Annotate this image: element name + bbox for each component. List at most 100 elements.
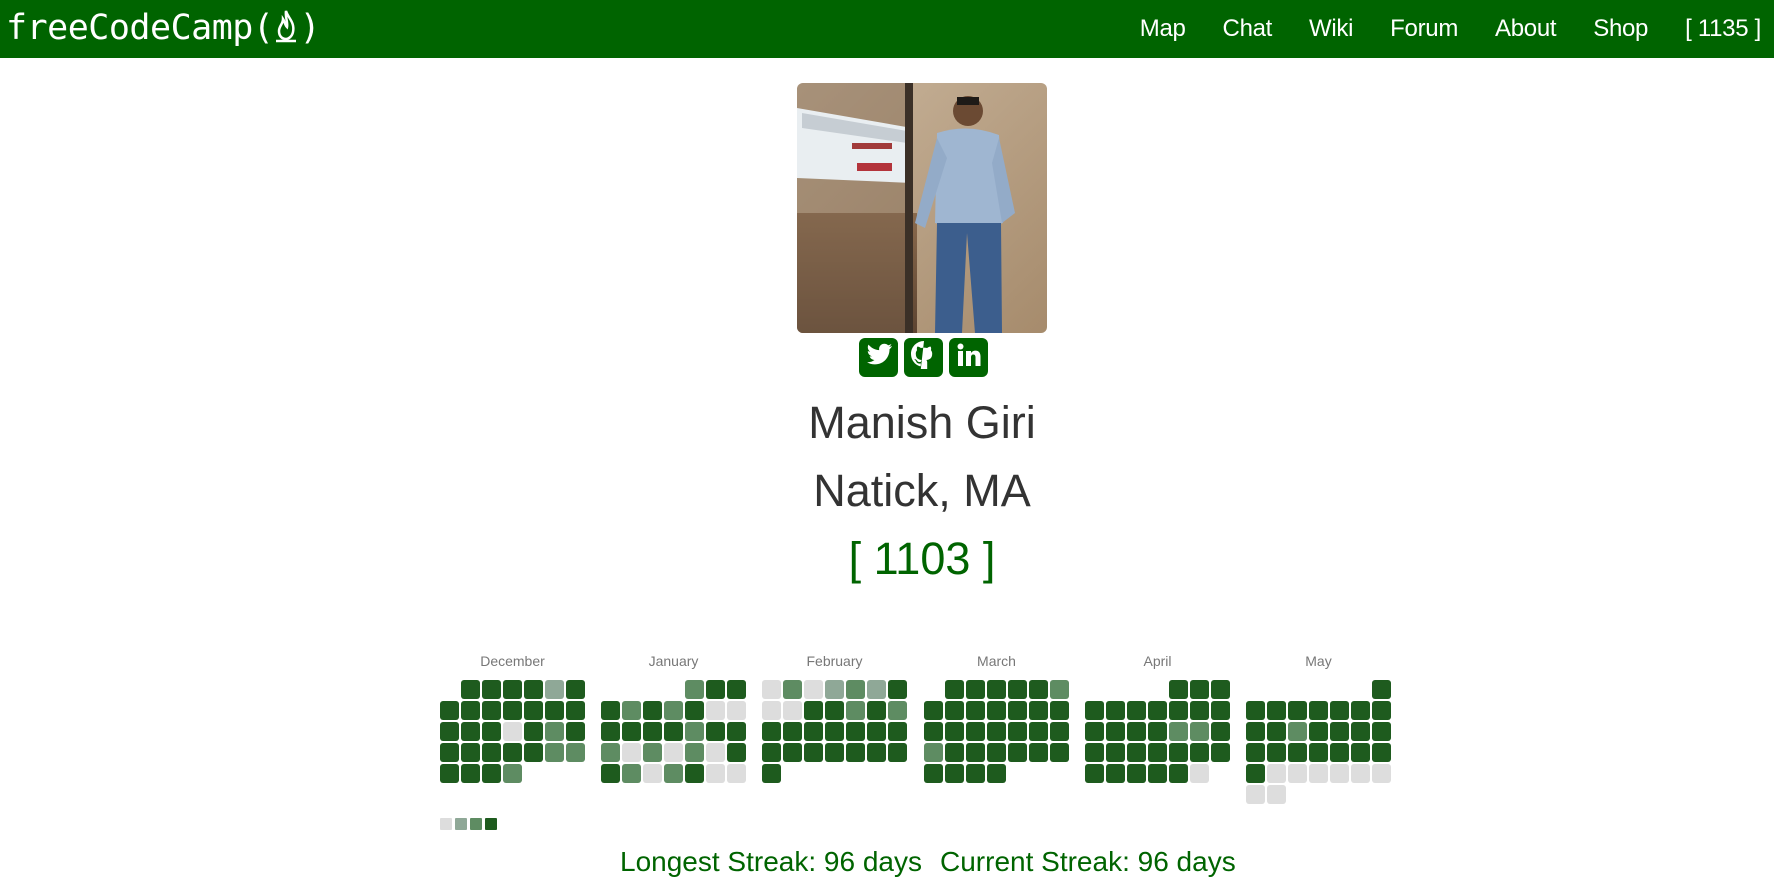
- heatmap-cell[interactable]: [461, 764, 480, 783]
- heatmap-cell[interactable]: [440, 743, 459, 762]
- heatmap-cell[interactable]: [1127, 764, 1146, 783]
- heatmap-cell[interactable]: [482, 764, 501, 783]
- heatmap-cell[interactable]: [524, 701, 543, 720]
- heatmap-cell[interactable]: [924, 743, 943, 762]
- heatmap-cell[interactable]: [867, 680, 886, 699]
- heatmap-cell[interactable]: [685, 680, 704, 699]
- heatmap-cell[interactable]: [1267, 701, 1286, 720]
- nav-map-link[interactable]: Map: [1140, 15, 1186, 43]
- heatmap-cell[interactable]: [503, 680, 522, 699]
- heatmap-cell[interactable]: [1029, 722, 1048, 741]
- heatmap-cell[interactable]: [566, 701, 585, 720]
- github-button[interactable]: [904, 338, 943, 377]
- heatmap-cell[interactable]: [503, 764, 522, 783]
- heatmap-cell[interactable]: [643, 764, 662, 783]
- heatmap-cell[interactable]: [1351, 701, 1370, 720]
- heatmap-cell[interactable]: [1127, 722, 1146, 741]
- heatmap-cell[interactable]: [924, 764, 943, 783]
- heatmap-cell[interactable]: [622, 722, 641, 741]
- heatmap-cell[interactable]: [524, 743, 543, 762]
- heatmap-cell[interactable]: [1267, 722, 1286, 741]
- heatmap-cell[interactable]: [1127, 701, 1146, 720]
- heatmap-cell[interactable]: [825, 722, 844, 741]
- heatmap-cell[interactable]: [1246, 722, 1265, 741]
- heatmap-cell[interactable]: [1085, 764, 1104, 783]
- heatmap-cell[interactable]: [566, 722, 585, 741]
- heatmap-cell[interactable]: [1372, 722, 1391, 741]
- heatmap-cell[interactable]: [727, 743, 746, 762]
- heatmap-cell[interactable]: [1029, 680, 1048, 699]
- heatmap-cell[interactable]: [1309, 701, 1328, 720]
- heatmap-cell[interactable]: [643, 701, 662, 720]
- heatmap-cell[interactable]: [1211, 722, 1230, 741]
- heatmap-cell[interactable]: [664, 701, 683, 720]
- heatmap-cell[interactable]: [1309, 722, 1328, 741]
- heatmap-cell[interactable]: [685, 701, 704, 720]
- heatmap-cell[interactable]: [482, 743, 501, 762]
- nav-about-link[interactable]: About: [1495, 15, 1557, 43]
- heatmap-cell[interactable]: [1106, 764, 1125, 783]
- heatmap-cell[interactable]: [825, 701, 844, 720]
- heatmap-cell[interactable]: [1246, 743, 1265, 762]
- heatmap-cell[interactable]: [1050, 743, 1069, 762]
- heatmap-cell[interactable]: [804, 701, 823, 720]
- heatmap-cell[interactable]: [966, 764, 985, 783]
- heatmap-cell[interactable]: [1351, 743, 1370, 762]
- heatmap-cell[interactable]: [685, 743, 704, 762]
- heatmap-cell[interactable]: [1190, 701, 1209, 720]
- linkedin-button[interactable]: [949, 338, 988, 377]
- heatmap-cell[interactable]: [1211, 680, 1230, 699]
- heatmap-cell[interactable]: [1246, 764, 1265, 783]
- heatmap-cell[interactable]: [987, 764, 1006, 783]
- heatmap-cell[interactable]: [440, 701, 459, 720]
- heatmap-cell[interactable]: [1008, 680, 1027, 699]
- heatmap-cell[interactable]: [524, 722, 543, 741]
- heatmap-cell[interactable]: [706, 701, 725, 720]
- heatmap-cell[interactable]: [706, 743, 725, 762]
- heatmap-cell[interactable]: [727, 680, 746, 699]
- heatmap-cell[interactable]: [727, 701, 746, 720]
- heatmap-cell[interactable]: [1372, 764, 1391, 783]
- heatmap-cell[interactable]: [727, 764, 746, 783]
- heatmap-cell[interactable]: [685, 764, 704, 783]
- heatmap-cell[interactable]: [664, 722, 683, 741]
- heatmap-cell[interactable]: [1372, 701, 1391, 720]
- heatmap-cell[interactable]: [1169, 701, 1188, 720]
- heatmap-cell[interactable]: [1267, 764, 1286, 783]
- heatmap-cell[interactable]: [1351, 722, 1370, 741]
- heatmap-cell[interactable]: [482, 680, 501, 699]
- heatmap-cell[interactable]: [888, 743, 907, 762]
- heatmap-cell[interactable]: [1288, 722, 1307, 741]
- heatmap-cell[interactable]: [503, 701, 522, 720]
- heatmap-cell[interactable]: [888, 680, 907, 699]
- heatmap-cell[interactable]: [1106, 722, 1125, 741]
- heatmap-cell[interactable]: [440, 764, 459, 783]
- heatmap-cell[interactable]: [1288, 701, 1307, 720]
- heatmap-cell[interactable]: [1008, 722, 1027, 741]
- heatmap-cell[interactable]: [966, 701, 985, 720]
- heatmap-cell[interactable]: [622, 701, 641, 720]
- heatmap-cell[interactable]: [783, 743, 802, 762]
- heatmap-cell[interactable]: [1190, 764, 1209, 783]
- heatmap-cell[interactable]: [846, 722, 865, 741]
- heatmap-cell[interactable]: [601, 764, 620, 783]
- heatmap-cell[interactable]: [1267, 785, 1286, 804]
- heatmap-cell[interactable]: [804, 680, 823, 699]
- heatmap-cell[interactable]: [601, 743, 620, 762]
- heatmap-cell[interactable]: [783, 722, 802, 741]
- heatmap-cell[interactable]: [945, 743, 964, 762]
- heatmap-cell[interactable]: [1008, 701, 1027, 720]
- heatmap-cell[interactable]: [1050, 680, 1069, 699]
- heatmap-cell[interactable]: [685, 722, 704, 741]
- heatmap-cell[interactable]: [1050, 722, 1069, 741]
- heatmap-cell[interactable]: [924, 701, 943, 720]
- twitter-button[interactable]: [859, 338, 898, 377]
- heatmap-cell[interactable]: [1330, 722, 1349, 741]
- heatmap-cell[interactable]: [762, 680, 781, 699]
- heatmap-cell[interactable]: [783, 680, 802, 699]
- heatmap-cell[interactable]: [503, 722, 522, 741]
- heatmap-cell[interactable]: [945, 701, 964, 720]
- heatmap-cell[interactable]: [1169, 764, 1188, 783]
- heatmap-cell[interactable]: [945, 680, 964, 699]
- nav-wiki-link[interactable]: Wiki: [1309, 15, 1353, 43]
